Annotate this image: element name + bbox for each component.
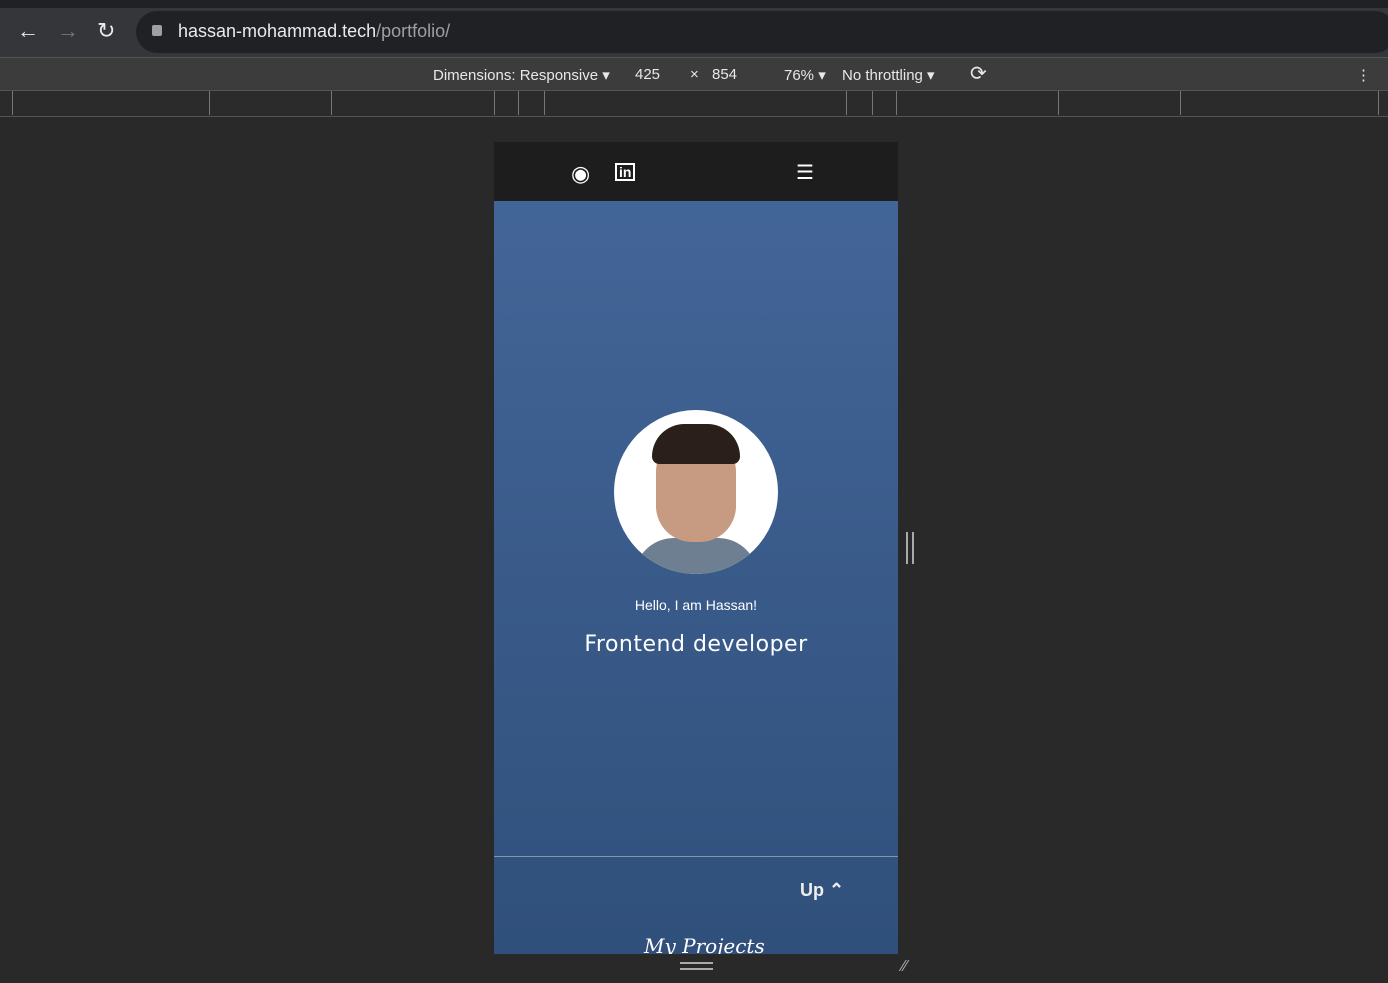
url-host: hassan-mohammad.tech — [178, 21, 377, 41]
url-path: /portfolio/ — [376, 21, 451, 41]
lock-icon — [152, 25, 162, 36]
reload-icon[interactable]: ↻ — [97, 18, 115, 44]
back-icon[interactable]: ← — [17, 18, 39, 44]
resize-handle-right[interactable] — [906, 532, 914, 564]
profile-photo — [614, 410, 778, 574]
device-viewport: ◉ in ☰ Hello, I am Hassan! Frontend deve… — [494, 142, 898, 954]
resize-corner-icon[interactable]: ⁄⁄ — [902, 958, 907, 976]
linkedin-icon[interactable]: in — [615, 163, 636, 181]
times-sign: × — [690, 66, 699, 83]
media-query-ruler[interactable] — [0, 91, 1388, 117]
throttling-select[interactable]: No throttling ▾ — [842, 66, 935, 84]
dimensions-select[interactable]: Dimensions: Responsive ▾ — [433, 66, 610, 84]
chevron-up-icon: ⌃ — [829, 880, 845, 900]
width-input[interactable]: 425 — [635, 66, 660, 83]
forward-icon[interactable]: → — [57, 18, 79, 44]
url-text: hassan-mohammad.tech/portfolio/ — [178, 21, 450, 42]
menu-icon[interactable]: ☰ — [796, 160, 814, 185]
zoom-select[interactable]: 76% ▾ — [784, 66, 826, 84]
resize-handle-bottom[interactable] — [680, 962, 713, 970]
tab-strip — [0, 0, 1388, 8]
site-header: ◉ in ☰ — [494, 142, 898, 201]
more-options-icon[interactable]: ⋮ — [1356, 66, 1371, 84]
my-projects-heading: My Projects — [644, 934, 765, 954]
github-icon[interactable]: ◉ — [571, 161, 590, 187]
device-toolbar: Dimensions: Responsive ▾ 425 × 854 76% ▾… — [0, 57, 1388, 91]
up-label: Up — [800, 880, 824, 900]
rotate-icon[interactable]: ⟳ — [970, 61, 987, 86]
address-bar[interactable]: hassan-mohammad.tech/portfolio/ — [136, 11, 1388, 53]
greeting: Hello, I am Hassan! — [634, 597, 758, 613]
browser-toolbar: ← → ↻ hassan-mohammad.tech/portfolio/ — [0, 0, 1388, 57]
up-button[interactable]: Up ⌃ — [800, 880, 844, 901]
divider — [494, 856, 898, 857]
role-title: Frontend developer — [584, 632, 808, 657]
height-input[interactable]: 854 — [712, 66, 737, 83]
